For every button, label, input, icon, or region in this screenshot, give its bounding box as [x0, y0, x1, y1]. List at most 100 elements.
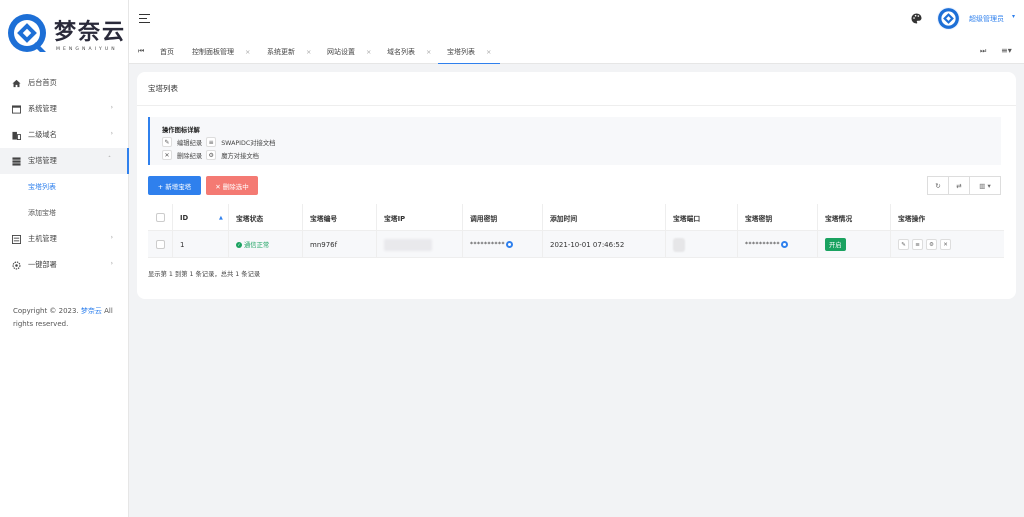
cell-state: 开启 — [817, 231, 890, 258]
sidebar-item-bt-manage[interactable]: 宝塔管理 ˆ — [0, 148, 129, 174]
sidebar-item-label: 后台首页 — [28, 78, 57, 87]
list-icon — [12, 234, 21, 244]
sort-asc-icon[interactable]: ▲ — [219, 215, 223, 221]
status-badge: ✓ 通信正常 — [236, 240, 269, 249]
cell-added-time: 2021-10-01 07:46:52 — [550, 240, 625, 249]
close-icon[interactable]: × — [426, 48, 431, 56]
tab-scroll-right-icon[interactable]: ⏭ — [980, 47, 986, 56]
column-header[interactable]: 宝塔端口 — [665, 204, 737, 231]
refresh-icon[interactable]: ↻ — [927, 176, 949, 195]
tab-menu-icon[interactable]: ≡▾ — [1001, 46, 1012, 55]
status-label: 通信正常 — [244, 242, 270, 249]
cell-call-key: ********** — [462, 231, 542, 258]
column-header[interactable]: 调用密钥 — [462, 204, 542, 231]
column-header[interactable]: ID ▲ — [172, 204, 228, 231]
sidebar-item-label: 二级域名 — [28, 130, 57, 139]
document-icon[interactable]: ≡ — [912, 239, 923, 250]
logo[interactable]: 梦奈云 MENGNAIYUN — [4, 6, 126, 58]
tab-label: 宝塔列表 — [447, 47, 475, 56]
bt-table: ID ▲ 宝塔状态 宝塔编号 宝塔IP 调用密钥 添加时间 宝塔端口 宝塔密钥 宝… — [148, 204, 1004, 258]
masked-key: ********** — [745, 241, 780, 248]
legend-label: 删除纪录 — [177, 152, 203, 160]
copyright: Copyright © 2023. 梦奈云 All rights reserve… — [13, 305, 118, 331]
icon-legend: 操作图标详解 ✎ 编辑纪录 ≡ SWAPIDC对接文档 ✕ 删除纪录 ⚙ 魔方对… — [148, 117, 1001, 165]
user-name[interactable]: 超级管理员 — [969, 14, 1004, 24]
close-icon[interactable]: × — [245, 48, 250, 56]
sidebar-nav: 后台首页 系统管理 › 二级域名 › 宝塔管理 ˆ 宝塔列表 添加宝塔 主机管理… — [0, 70, 129, 278]
toggle-view-icon[interactable]: ⇄ — [948, 176, 970, 195]
sidebar-item-system[interactable]: 系统管理 › — [0, 96, 129, 122]
gear-icon: ⚙ — [206, 150, 217, 160]
sidebar-item-host[interactable]: 主机管理 › — [0, 226, 129, 252]
select-all-cell — [148, 204, 172, 231]
chevron-up-icon: ˆ — [108, 156, 111, 163]
tab-label: 网站设置 — [327, 48, 355, 56]
row-checkbox[interactable] — [156, 240, 165, 249]
sidebar-subitem-add-bt[interactable]: 添加宝塔 — [0, 200, 129, 226]
legend-title: 操作图标详解 — [162, 127, 200, 134]
column-header[interactable]: 宝塔情况 — [817, 204, 890, 231]
server-icon — [12, 156, 21, 166]
sidebar-item-label: 一键部署 — [28, 260, 57, 269]
check-circle-icon: ✓ — [236, 241, 242, 248]
sidebar-item-label: 主机管理 — [28, 234, 57, 243]
cell-id: 1 — [180, 240, 185, 249]
redacted-port — [673, 237, 685, 252]
home-icon — [12, 79, 21, 88]
column-label: ID — [180, 213, 189, 222]
sidebar-subitem-bt-list[interactable]: 宝塔列表 — [0, 174, 129, 200]
close-icon: ✕ — [162, 150, 172, 160]
tab-bt-list[interactable]: 宝塔列表 × — [438, 40, 501, 64]
legend-row: ✎ 编辑纪录 ≡ SWAPIDC对接文档 — [162, 137, 275, 147]
gear-icon[interactable]: ⚙ — [926, 239, 937, 250]
cell-port — [665, 231, 737, 258]
document-icon: ≡ — [206, 137, 217, 147]
avatar[interactable] — [937, 7, 960, 30]
copyright-brand-link[interactable]: 梦奈云 — [81, 307, 102, 315]
eye-icon[interactable] — [506, 241, 513, 248]
columns-icon[interactable]: ▥ ▾ — [969, 176, 1001, 195]
sidebar-item-label: 系统管理 — [28, 104, 57, 113]
column-header[interactable]: 宝塔状态 — [228, 204, 302, 231]
tab-label: 首页 — [160, 48, 174, 56]
cell-bt-key: ********** — [737, 231, 817, 258]
tab-site-settings[interactable]: 网站设置 × — [327, 40, 371, 64]
sidebar-item-label: 宝塔管理 — [28, 156, 57, 165]
tab-scroll-left-icon[interactable]: ⏮ — [138, 47, 144, 56]
logo-icon — [8, 14, 46, 52]
close-icon[interactable]: × — [306, 48, 311, 56]
column-header[interactable]: 宝塔编号 — [302, 204, 376, 231]
menu-toggle-icon[interactable] — [139, 14, 150, 23]
column-header[interactable]: 宝塔操作 — [890, 204, 1004, 231]
tab-domain-list[interactable]: 域名列表 × — [387, 40, 431, 64]
caret-down-icon[interactable]: ▾ — [1012, 13, 1015, 20]
brand-subtitle: MENGNAIYUN — [56, 47, 118, 52]
close-icon[interactable]: × — [366, 48, 371, 56]
column-header[interactable]: 宝塔密钥 — [737, 204, 817, 231]
table-row: 1 ✓ 通信正常 mn976f ********** 2021-10-01 07:… — [148, 231, 1004, 258]
table-header-row: ID ▲ 宝塔状态 宝塔编号 宝塔IP 调用密钥 添加时间 宝塔端口 宝塔密钥 宝… — [148, 204, 1004, 231]
tab-home[interactable]: 首页 — [160, 40, 174, 64]
cell-actions: ✎ ≡ ⚙ ✕ — [890, 231, 1004, 258]
select-all-checkbox[interactable] — [156, 213, 165, 222]
add-bt-button[interactable]: + 新增宝塔 — [148, 176, 201, 195]
state-badge: 开启 — [825, 238, 846, 251]
sidebar-item-subdomain[interactable]: 二级域名 › — [0, 122, 129, 148]
column-header[interactable]: 宝塔IP — [376, 204, 462, 231]
palette-icon[interactable] — [911, 13, 922, 24]
close-icon[interactable]: × — [486, 48, 491, 56]
masked-key: ********** — [470, 241, 505, 248]
sidebar-item-deploy[interactable]: 一键部署 › — [0, 252, 129, 278]
gear-icon — [12, 260, 21, 270]
delete-close-icon[interactable]: ✕ — [940, 239, 951, 250]
eye-icon[interactable] — [781, 241, 788, 248]
window-icon — [12, 104, 21, 114]
sidebar-item-home[interactable]: 后台首页 — [0, 70, 129, 96]
column-header[interactable]: 添加时间 — [542, 204, 665, 231]
chevron-right-icon: › — [110, 260, 113, 267]
edit-pencil-icon[interactable]: ✎ — [898, 239, 909, 250]
tab-control-panel[interactable]: 控制面板管理 × — [192, 40, 250, 64]
tab-system-update[interactable]: 系统更新 × — [267, 40, 311, 64]
avatar-logo-icon — [938, 8, 959, 29]
delete-selected-button[interactable]: ✕ 删除选中 — [206, 176, 258, 195]
